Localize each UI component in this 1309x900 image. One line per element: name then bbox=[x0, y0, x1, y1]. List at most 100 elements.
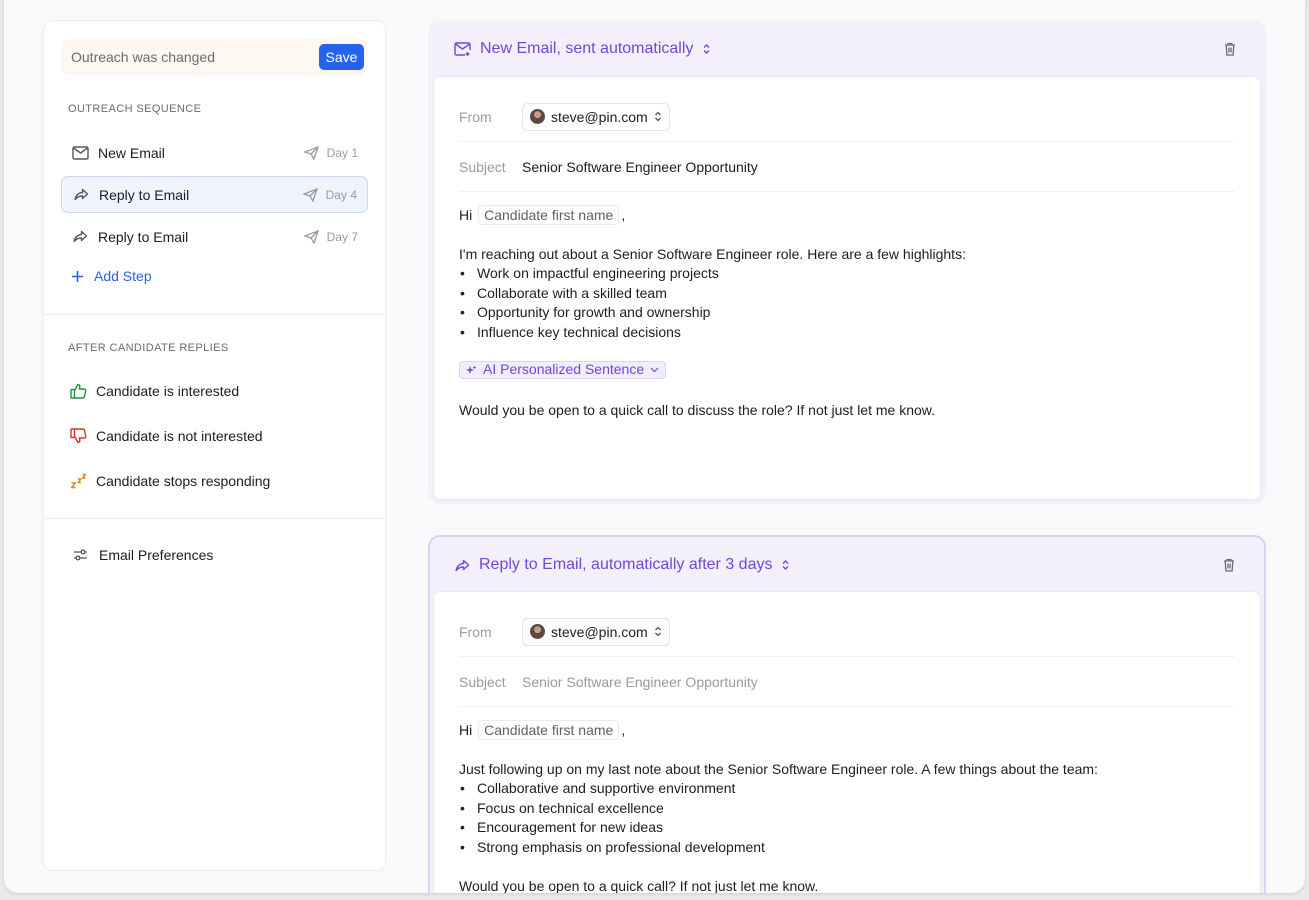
email-body[interactable]: Hi Candidate first name, Just following … bbox=[459, 720, 1235, 893]
reply-forward-icon bbox=[455, 559, 470, 571]
replies-heading: AFTER CANDIDATE REPLIES bbox=[68, 342, 229, 354]
mail-icon bbox=[71, 144, 89, 162]
from-select[interactable]: steve@pin.com bbox=[522, 617, 670, 646]
from-label: From bbox=[459, 108, 492, 125]
card-header[interactable]: Reply to Email, automatically after 3 da… bbox=[455, 556, 790, 574]
subject-input[interactable]: Senior Software Engineer Opportunity bbox=[522, 159, 758, 175]
ai-chip-label: AI Personalized Sentence bbox=[483, 361, 645, 378]
variable-chip[interactable]: Candidate first name bbox=[478, 720, 620, 740]
step-day-label: Day 7 bbox=[326, 229, 358, 244]
from-label: From bbox=[459, 623, 492, 640]
subject-input[interactable]: Senior Software Engineer Opportunity bbox=[522, 674, 758, 690]
save-button[interactable]: Save bbox=[319, 44, 364, 70]
send-icon bbox=[303, 229, 319, 244]
list-item: Opportunity for growth and ownership bbox=[459, 303, 1235, 323]
subject-label: Subject bbox=[459, 158, 506, 175]
avatar bbox=[530, 624, 545, 639]
chevron-down-icon bbox=[650, 367, 659, 373]
email-editor: From steve@pin.com Subject Senior Softwa… bbox=[433, 76, 1261, 500]
email-body[interactable]: Hi Candidate first name, I'm reaching ou… bbox=[459, 205, 1235, 421]
list-item: Work on impactful engineering projects bbox=[459, 264, 1235, 284]
variable-chip[interactable]: Candidate first name bbox=[478, 205, 620, 225]
reply-rule-stops-responding[interactable]: Candidate stops responding bbox=[69, 472, 270, 490]
card-title: New Email, sent automatically bbox=[480, 40, 694, 57]
card-header[interactable]: New Email, sent automatically bbox=[454, 40, 711, 58]
sparkle-icon bbox=[466, 365, 477, 374]
email-step-card-2: Reply to Email, automatically after 3 da… bbox=[428, 535, 1266, 893]
from-row: From steve@pin.com bbox=[459, 607, 1235, 657]
unsaved-changes-bar: Outreach was changed Save bbox=[61, 39, 368, 75]
highlights-list: Collaborative and supportive environment… bbox=[459, 779, 1235, 857]
subject-row: Subject Senior Software Engineer Opportu… bbox=[459, 657, 1235, 707]
email-step-card-1: New Email, sent automatically From steve… bbox=[428, 20, 1266, 504]
from-value: steve@pin.com bbox=[551, 623, 648, 640]
intro-text: I'm reaching out about a Senior Software… bbox=[459, 245, 966, 262]
ai-row: AI Personalized Sentence bbox=[459, 361, 1235, 381]
reply-forward-icon bbox=[72, 186, 90, 204]
app-window: Outreach was changed Save OUTREACH SEQUE… bbox=[4, 0, 1305, 893]
step-day: Day 4 bbox=[302, 187, 357, 202]
email-preferences-label: Email Preferences bbox=[99, 547, 214, 563]
ai-personalized-chip[interactable]: AI Personalized Sentence bbox=[459, 361, 667, 379]
send-icon bbox=[303, 145, 319, 160]
chevron-updown-icon bbox=[782, 560, 789, 570]
list-item: Collaborative and supportive environment bbox=[459, 779, 1235, 799]
from-select[interactable]: steve@pin.com bbox=[522, 102, 670, 131]
intro-text: Just following up on my last note about … bbox=[459, 760, 1098, 777]
list-item: Collaborate with a skilled team bbox=[459, 284, 1235, 304]
thumbs-down-icon bbox=[69, 427, 87, 445]
reply-rule-label: Candidate is interested bbox=[96, 383, 240, 399]
sidebar: Outreach was changed Save OUTREACH SEQUE… bbox=[43, 20, 387, 871]
send-icon bbox=[302, 187, 318, 202]
trash-icon[interactable] bbox=[1223, 558, 1235, 575]
list-item: Encouragement for new ideas bbox=[459, 818, 1235, 838]
reply-rule-interested[interactable]: Candidate is interested bbox=[69, 382, 239, 400]
highlights-list: Work on impactful engineering projects C… bbox=[459, 264, 1235, 342]
greeting: Hi bbox=[459, 722, 473, 738]
plus-icon bbox=[72, 270, 83, 282]
list-item: Influence key technical decisions bbox=[459, 323, 1235, 343]
step-day: Day 1 bbox=[303, 145, 358, 160]
from-row: From steve@pin.com bbox=[459, 92, 1235, 142]
step-day-label: Day 4 bbox=[325, 187, 357, 202]
avatar bbox=[530, 109, 545, 124]
reply-rule-label: Candidate is not interested bbox=[96, 428, 263, 444]
snooze-icon bbox=[69, 472, 87, 490]
chevron-updown-icon bbox=[654, 626, 661, 637]
greeting-comma: , bbox=[621, 722, 626, 738]
email-preferences-link[interactable]: Email Preferences bbox=[71, 546, 213, 564]
subject-row: Subject Senior Software Engineer Opportu… bbox=[459, 142, 1235, 192]
email-editor: From steve@pin.com Subject Senior Softwa… bbox=[433, 591, 1261, 893]
step-label: Reply to Email bbox=[99, 186, 190, 203]
add-step-label: Add Step bbox=[94, 268, 152, 284]
sequence-step-new-email[interactable]: New Email Day 1 bbox=[61, 134, 368, 171]
step-label: New Email bbox=[98, 144, 165, 161]
list-item: Strong emphasis on professional developm… bbox=[459, 838, 1235, 858]
change-notice: Outreach was changed bbox=[71, 49, 215, 65]
from-value: steve@pin.com bbox=[551, 108, 648, 125]
card-title: Reply to Email, automatically after 3 da… bbox=[479, 556, 773, 573]
chevron-updown-icon bbox=[703, 44, 710, 54]
greeting-comma: , bbox=[621, 207, 626, 223]
list-item: Focus on technical excellence bbox=[459, 799, 1235, 819]
closing-text: Would you be open to a quick call to dis… bbox=[459, 402, 936, 418]
step-day-label: Day 1 bbox=[326, 145, 358, 160]
trash-icon[interactable] bbox=[1224, 42, 1236, 59]
sequence-step-reply-1[interactable]: Reply to Email Day 4 bbox=[61, 176, 368, 213]
greeting-line: Hi Candidate first name, bbox=[459, 720, 1235, 741]
mail-plus-icon bbox=[454, 42, 471, 56]
divider bbox=[44, 518, 387, 519]
chevron-updown-icon bbox=[654, 111, 661, 122]
greeting: Hi bbox=[459, 207, 473, 223]
greeting-line: Hi Candidate first name, bbox=[459, 205, 1235, 226]
step-label: Reply to Email bbox=[98, 228, 189, 245]
divider bbox=[44, 314, 387, 315]
sliders-icon bbox=[71, 546, 89, 564]
thumbs-up-icon bbox=[69, 382, 87, 400]
reply-rule-not-interested[interactable]: Candidate is not interested bbox=[69, 427, 263, 445]
closing-text: Would you be open to a quick call? If no… bbox=[459, 878, 819, 893]
sequence-step-reply-2[interactable]: Reply to Email Day 7 bbox=[61, 218, 368, 255]
add-step-button[interactable]: Add Step bbox=[71, 268, 152, 284]
reply-rule-label: Candidate stops responding bbox=[96, 473, 271, 489]
sequence-heading: OUTREACH SEQUENCE bbox=[68, 103, 202, 115]
